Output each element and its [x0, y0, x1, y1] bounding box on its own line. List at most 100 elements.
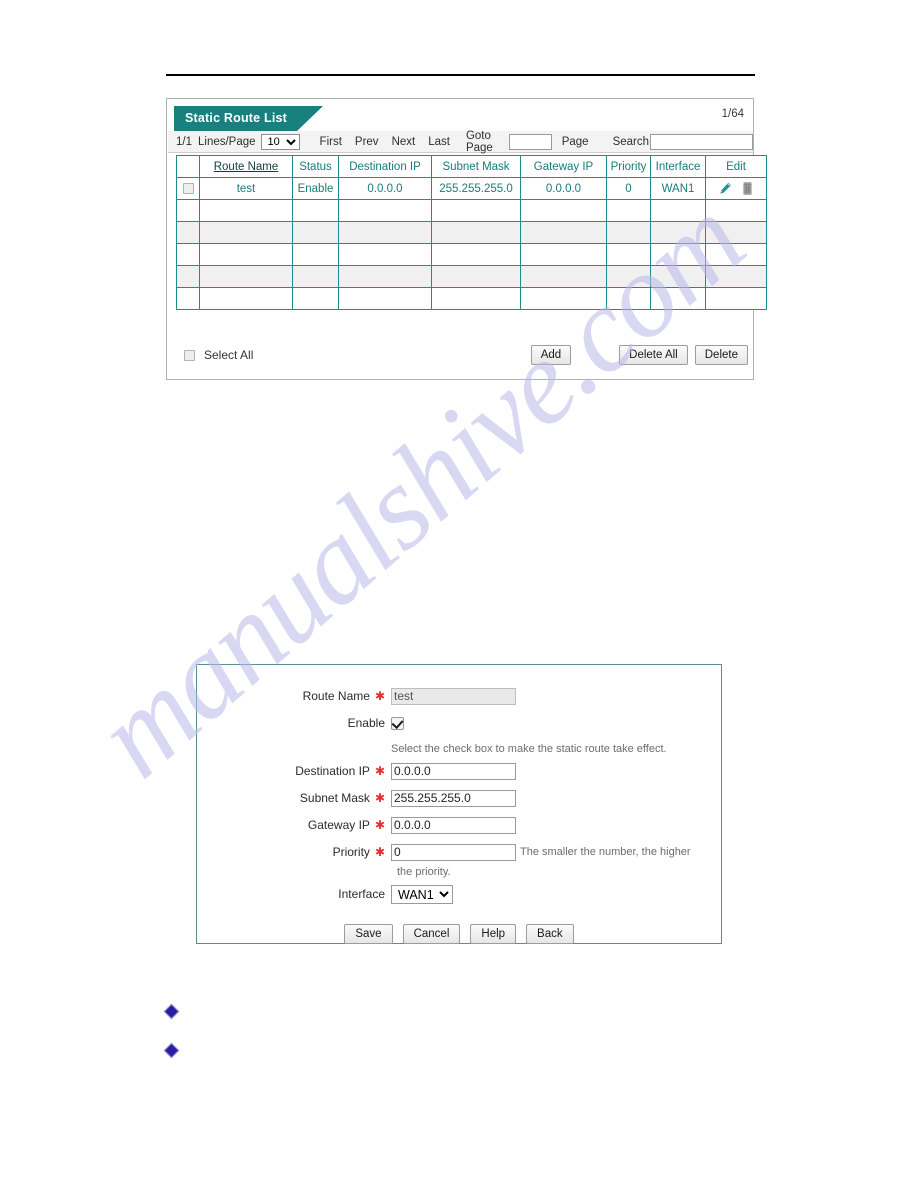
priority-label-wrap: Priority ✱	[197, 843, 385, 862]
empty-cell	[292, 243, 339, 266]
footer-button-group: Add Delete All Delete	[530, 345, 748, 365]
required-star-icon: ✱	[374, 818, 385, 832]
help-button[interactable]: Help	[470, 924, 517, 944]
interface-field-wrap: WAN1	[391, 885, 453, 904]
empty-cell	[292, 221, 339, 244]
destination-ip-input[interactable]	[391, 763, 516, 780]
pagination-prev-link[interactable]: Prev	[355, 136, 379, 148]
tab-static-route-list[interactable]: Static Route List	[174, 106, 323, 131]
entry-counter: 1/64	[721, 108, 744, 120]
empty-cell	[176, 199, 200, 222]
select-all-checkbox[interactable]	[184, 349, 195, 361]
cell-destination-ip: 0.0.0.0	[338, 177, 432, 200]
cell-priority: 0	[606, 177, 651, 200]
column-header-route-name[interactable]: Route Name	[199, 155, 293, 178]
empty-cell	[431, 287, 521, 310]
interface-label: Interface	[338, 887, 385, 901]
gateway-ip-label-wrap: Gateway IP ✱	[197, 816, 385, 835]
table-row[interactable]: test Enable 0.0.0.0 255.255.255.0 0.0.0.…	[176, 177, 767, 200]
empty-cell	[650, 287, 706, 310]
subnet-mask-field-wrap	[391, 789, 516, 807]
lines-per-page-select[interactable]: 10	[260, 133, 300, 150]
page-word-label: Page	[561, 135, 589, 148]
enable-hint-text: Select the check box to make the static …	[391, 743, 667, 755]
empty-cell	[606, 287, 651, 310]
gateway-ip-input[interactable]	[391, 817, 516, 834]
cell-edit-actions	[705, 177, 767, 200]
required-star-icon: ✱	[374, 689, 385, 703]
empty-cell	[431, 221, 521, 244]
empty-cell	[520, 287, 607, 310]
page-header-divider	[166, 74, 755, 76]
empty-cell	[520, 221, 607, 244]
form-row-subnet-mask: Subnet Mask ✱	[197, 789, 721, 808]
empty-cell	[292, 265, 339, 288]
search-input[interactable]	[650, 133, 753, 150]
table-row	[176, 287, 767, 310]
pagination-next-link[interactable]: Next	[392, 136, 416, 148]
select-all-label: Select All	[204, 348, 254, 362]
empty-cell	[176, 265, 200, 288]
pagination-last-link[interactable]: Last	[428, 136, 450, 148]
save-button[interactable]: Save	[344, 924, 393, 944]
pencil-icon[interactable]	[719, 182, 732, 195]
subnet-mask-input[interactable]	[391, 790, 516, 807]
cancel-button[interactable]: Cancel	[402, 924, 461, 944]
empty-cell	[705, 287, 767, 310]
route-name-input[interactable]	[391, 688, 516, 705]
empty-cell	[705, 265, 767, 288]
select-all-control[interactable]: Select All	[184, 348, 253, 362]
empty-cell	[176, 221, 200, 244]
pagination-first-link[interactable]: First	[320, 136, 342, 148]
empty-cell	[176, 287, 200, 310]
empty-cell	[199, 199, 293, 222]
gateway-ip-field-wrap	[391, 816, 516, 834]
form-row-destination-ip: Destination IP ✱	[197, 762, 721, 781]
column-header-status: Status	[292, 155, 339, 178]
row-select-cell[interactable]	[176, 177, 200, 200]
panel-tab-row: Static Route List 1/64	[167, 99, 753, 124]
empty-cell	[199, 221, 293, 244]
table-row	[176, 265, 767, 288]
required-star-icon: ✱	[374, 791, 385, 805]
table-row	[176, 243, 767, 266]
empty-cell	[650, 243, 706, 266]
lines-per-page-label: Lines/Page	[198, 135, 256, 148]
empty-cell	[431, 199, 521, 222]
table-row	[176, 199, 767, 222]
destination-ip-label-wrap: Destination IP ✱	[197, 762, 385, 781]
form-row-enable: Enable	[197, 714, 721, 735]
row-checkbox[interactable]	[182, 182, 194, 194]
form-grid: Route Name ✱ Enable Select the check box …	[197, 687, 721, 944]
priority-input[interactable]	[391, 844, 516, 861]
delete-button[interactable]: Delete	[694, 345, 748, 365]
enable-label: Enable	[347, 716, 385, 730]
route-name-label: Route Name	[302, 689, 370, 703]
priority-field-wrap	[391, 843, 516, 861]
cell-route-name: test	[199, 177, 293, 200]
pagination-bar: 1/1 Lines/Page 10 First Prev Next Last G…	[168, 130, 753, 154]
goto-page-input[interactable]	[508, 133, 552, 150]
enable-checkbox[interactable]	[391, 717, 404, 730]
delete-all-button[interactable]: Delete All	[619, 345, 688, 365]
table-row	[176, 221, 767, 244]
destination-ip-label: Destination IP	[295, 764, 370, 778]
trash-icon[interactable]	[742, 182, 753, 195]
sort-route-name-link[interactable]: Route Name	[214, 161, 279, 173]
subnet-mask-label: Subnet Mask	[299, 791, 370, 805]
empty-cell	[520, 199, 607, 222]
enable-label-wrap: Enable	[197, 714, 385, 733]
back-button[interactable]: Back	[526, 924, 574, 944]
interface-label-wrap: Interface	[197, 885, 385, 904]
interface-select[interactable]: WAN1	[391, 885, 453, 904]
empty-cell	[520, 265, 607, 288]
form-row-gateway-ip: Gateway IP ✱	[197, 816, 721, 835]
empty-cell	[338, 221, 432, 244]
table-body: test Enable 0.0.0.0 255.255.255.0 0.0.0.…	[176, 177, 767, 310]
empty-cell	[606, 243, 651, 266]
cell-status: Enable	[292, 177, 339, 200]
static-route-table: Route Name Status Destination IP Subnet …	[176, 155, 767, 310]
add-button[interactable]: Add	[530, 345, 572, 365]
empty-cell	[431, 243, 521, 266]
empty-cell	[606, 199, 651, 222]
